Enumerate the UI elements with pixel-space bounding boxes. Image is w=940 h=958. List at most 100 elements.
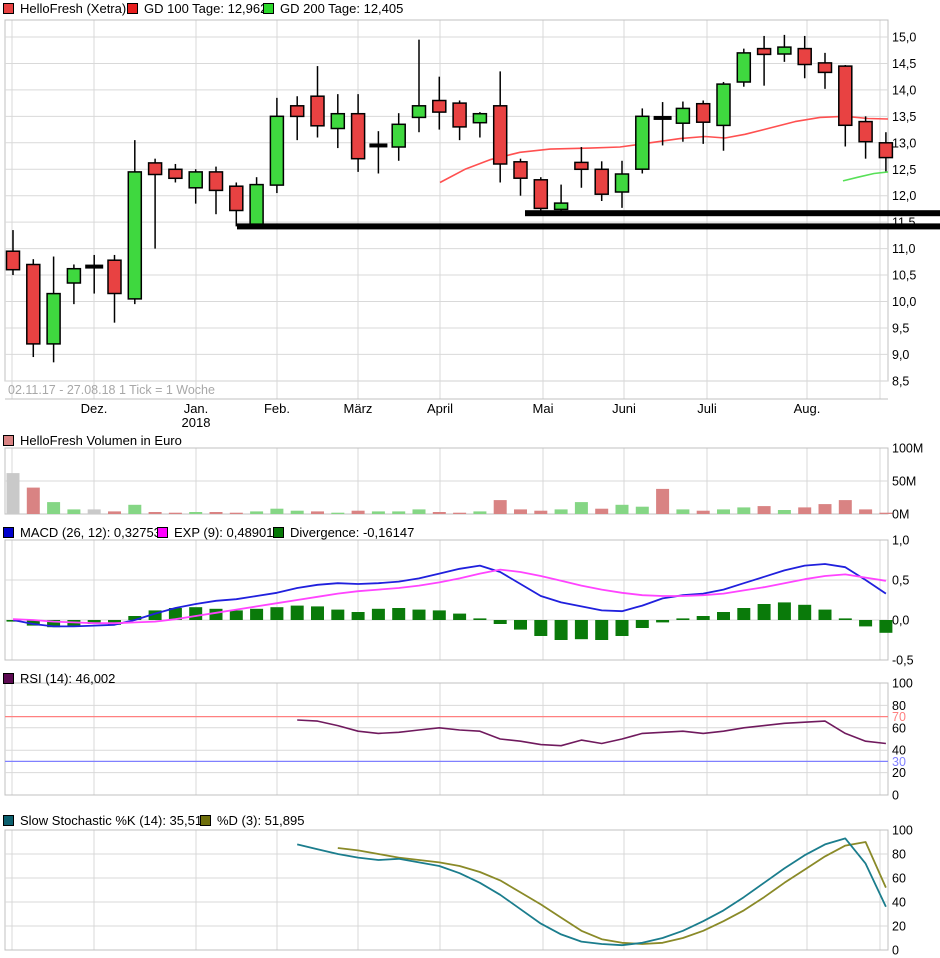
volume-bar — [291, 511, 304, 514]
gd100-color-swatch — [127, 3, 138, 14]
candle — [189, 172, 202, 188]
month-label: Jan. — [184, 401, 209, 416]
legend-stoch-d: %D (3): 51,895 — [200, 813, 304, 827]
volume-bar — [778, 510, 791, 514]
candle — [717, 84, 730, 125]
volume-bar — [717, 509, 730, 514]
divergence-bar — [453, 614, 466, 620]
divergence-bar — [534, 620, 547, 636]
stoch-tick: 0 — [892, 944, 899, 958]
price-tick: 10,5 — [892, 269, 916, 283]
candle — [595, 169, 608, 194]
price-tick: 12,0 — [892, 189, 916, 203]
candle — [291, 106, 304, 117]
volume-bar — [676, 509, 689, 514]
candle — [230, 186, 243, 210]
candle — [778, 47, 791, 54]
doji-candle — [85, 265, 103, 269]
candle — [7, 251, 20, 270]
price-tick: 9,5 — [892, 321, 909, 335]
volume-tick: 100M — [892, 442, 923, 456]
volume-bar — [88, 509, 101, 514]
candle — [67, 269, 80, 283]
volume-bar — [859, 509, 872, 514]
volume-bar — [656, 489, 669, 514]
stoch-tick: 100 — [892, 824, 913, 838]
macd-tick: 0,5 — [892, 574, 909, 588]
volume-bar — [331, 513, 344, 514]
volume-bar — [413, 509, 426, 514]
volume-tick: 50M — [892, 475, 916, 489]
rsi-panel: 1008070604030200 — [5, 677, 913, 803]
volume-bar — [555, 509, 568, 514]
stoch-tick: 40 — [892, 896, 906, 910]
divergence-bar — [311, 606, 324, 620]
stock-chart-page: 02.11.17 - 27.08.18 1 Tick = 1 WocheDez.… — [0, 0, 940, 958]
volume-bar — [230, 513, 243, 514]
month-label: Juli — [697, 401, 717, 416]
candle — [210, 172, 223, 191]
legend-gd200: GD 200 Tage: 12,405 — [263, 1, 403, 15]
divergence-bar — [676, 618, 689, 620]
rsi-tick: 0 — [892, 789, 899, 803]
price-tick: 14,0 — [892, 83, 916, 97]
legend-stoch-k: Slow Stochastic %K (14): 35,519 — [3, 813, 209, 827]
candle — [473, 114, 486, 123]
volume-bar — [47, 502, 60, 514]
candle — [250, 185, 263, 226]
legend-gd200-label: GD 200 Tage: 12,405 — [280, 1, 403, 16]
candle — [331, 114, 344, 129]
volume-bar — [250, 511, 263, 514]
candle — [636, 116, 649, 169]
volume-bar — [473, 511, 486, 514]
candle — [676, 108, 689, 123]
macd-color-swatch — [3, 527, 14, 538]
candle — [859, 122, 872, 142]
month-label: Juni — [612, 401, 636, 416]
volume-bar — [819, 504, 832, 514]
volume-bar — [453, 513, 466, 514]
price-tick: 14,5 — [892, 57, 916, 71]
legend-stoch-k-label: Slow Stochastic %K (14): 35,519 — [20, 813, 209, 828]
volume-bar — [534, 511, 547, 514]
candle — [128, 172, 141, 299]
legend-divergence-label: Divergence: -0,16147 — [290, 525, 414, 540]
candle — [453, 103, 466, 127]
macd-tick: 0,0 — [892, 614, 909, 628]
candle — [737, 53, 750, 82]
divergence-bar — [473, 618, 486, 620]
legend-macd-label: MACD (26, 12): 0,32753 — [20, 525, 161, 540]
volume-bar — [108, 511, 121, 514]
divergence-bar — [656, 620, 669, 622]
volume-bar — [189, 512, 202, 514]
legend-gd100: GD 100 Tage: 12,962 — [127, 1, 267, 15]
volume-bar — [169, 513, 182, 514]
volume-bar — [758, 506, 771, 514]
volume-bar — [210, 512, 223, 514]
macd-panel: 1,00,50,0-0,5 — [5, 534, 914, 668]
divergence-bar — [859, 620, 872, 626]
price-tick: 9,0 — [892, 348, 909, 362]
year-label: 2018 — [182, 415, 211, 430]
volume-bar — [737, 507, 750, 514]
volume-bar — [352, 511, 365, 514]
candle — [616, 174, 629, 192]
rsi-tick: 20 — [892, 766, 906, 780]
candle — [514, 162, 527, 178]
divergence-bar — [514, 620, 527, 630]
volume-bar — [616, 505, 629, 514]
rsi-tick: 100 — [892, 677, 913, 691]
legend-divergence: Divergence: -0,16147 — [273, 525, 414, 539]
volume-bar — [575, 502, 588, 514]
legend-gd100-label: GD 100 Tage: 12,962 — [144, 1, 267, 16]
volume-bar — [67, 509, 80, 514]
candle — [270, 116, 283, 185]
divergence-bar — [291, 606, 304, 620]
volume-bar — [839, 500, 852, 514]
volume-bar — [697, 511, 710, 514]
divergence-bar — [189, 607, 202, 620]
candle — [108, 260, 121, 293]
divergence-bar — [230, 610, 243, 620]
macd-tick: -0,5 — [892, 654, 914, 668]
price-tick: 13,0 — [892, 136, 916, 150]
